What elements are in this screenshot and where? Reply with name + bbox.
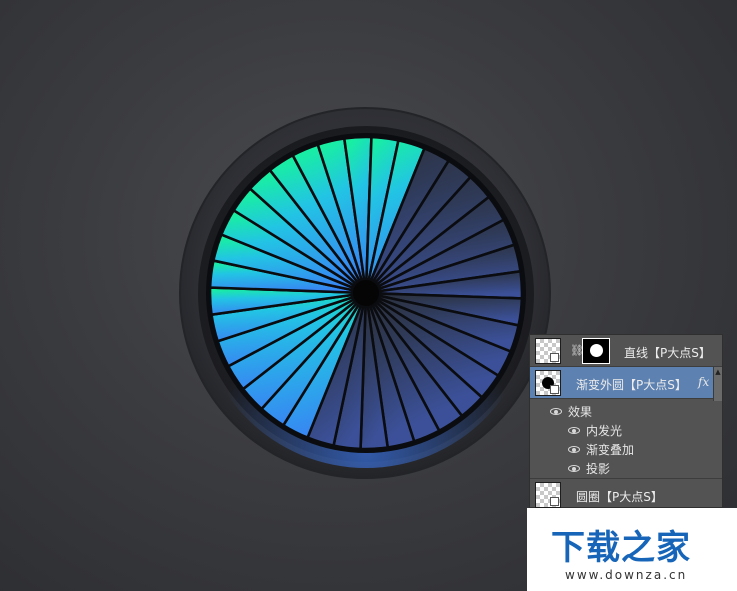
- layers-panel: ⛓ 直线【P大点S】 渐变外圆【P大点S】 fx ▲ 效果 内发光 渐变叠加 投…: [529, 334, 723, 508]
- white-circle-mask-icon[interactable]: [582, 338, 610, 364]
- watermark: 下载之家 www.downza.cn: [527, 508, 737, 591]
- eye-icon[interactable]: [568, 427, 580, 434]
- layer-name: 直线【P大点S】: [624, 346, 711, 360]
- watermark-logo-text: 下载之家: [551, 528, 691, 568]
- checkered-thumbnail-icon[interactable]: [535, 338, 561, 364]
- eye-icon[interactable]: [550, 408, 562, 415]
- layer-type-icon: [550, 353, 559, 362]
- layer-row-gradient-outer-circle[interactable]: 渐变外圆【P大点S】 fx: [530, 367, 722, 399]
- dial-hub: [353, 280, 379, 306]
- black-circle-thumbnail-icon[interactable]: [535, 370, 561, 396]
- layer-type-icon: [550, 385, 559, 394]
- layer-name: 圆圈【P大点S】: [576, 490, 663, 504]
- layer-row-line[interactable]: ⛓ 直线【P大点S】: [530, 335, 722, 367]
- watermark-url: www.downza.cn: [565, 568, 688, 582]
- scroll-up-arrow-icon[interactable]: ▲: [714, 368, 722, 376]
- layer-name: 渐变外圆【P大点S】: [576, 378, 687, 392]
- fx-icon[interactable]: fx: [698, 375, 709, 389]
- eye-icon[interactable]: [568, 465, 580, 472]
- layer-row-circle[interactable]: 圆圈【P大点S】: [530, 478, 722, 510]
- layer-type-icon: [550, 497, 559, 506]
- checkered-thumbnail-icon[interactable]: [535, 482, 561, 508]
- eye-icon[interactable]: [568, 446, 580, 453]
